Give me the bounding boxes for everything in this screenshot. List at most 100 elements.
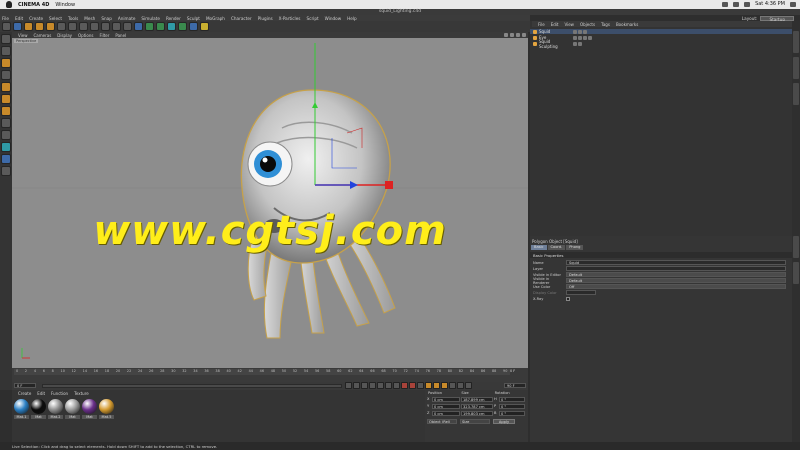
phong-tag-icon[interactable] [588, 35, 592, 40]
visibility-dot-icon[interactable] [573, 29, 577, 34]
scale-icon[interactable] [35, 22, 44, 31]
menu-item[interactable]: Select [49, 16, 62, 21]
search-icon[interactable] [790, 1, 796, 7]
coordinate-system-icon[interactable] [90, 22, 99, 31]
object-menu-item[interactable]: File [538, 22, 545, 27]
viewport-menu-item[interactable]: Filter [99, 33, 109, 38]
make-editable-icon[interactable] [1, 34, 11, 44]
material-menu-item[interactable]: Create [18, 391, 31, 396]
z-axis-icon[interactable] [79, 22, 88, 31]
object-menu-item[interactable]: Tags [601, 22, 610, 27]
rotation-h-field[interactable]: 0 ° [499, 397, 525, 402]
menu-item[interactable]: X-Particles [279, 16, 301, 21]
rotation-b-field[interactable]: 0 ° [499, 411, 525, 416]
attributes-dock-tab[interactable] [793, 236, 799, 258]
structure-dock-tab[interactable] [793, 83, 799, 105]
apple-icon[interactable] [6, 1, 12, 8]
scale-key-icon[interactable] [433, 382, 440, 389]
record-icon[interactable] [401, 382, 408, 389]
cube-icon[interactable] [134, 22, 143, 31]
material-ball[interactable] [99, 399, 114, 414]
rotate-icon[interactable] [46, 22, 55, 31]
perspective-viewport[interactable]: Perspective www.cgtsj.com [12, 38, 528, 368]
play-icon[interactable] [369, 382, 376, 389]
visible-in-editor-dropdown[interactable]: Default [566, 272, 786, 277]
position-y-field[interactable]: 0 cm [432, 404, 460, 409]
viewport-menu-item[interactable]: Cameras [34, 33, 52, 38]
timeline-ruler[interactable]: 0 2 4 6 8 10 12 14 16 18 20 22 24 26 28 30 32 34 36 38 40 42 4… [14, 369, 510, 375]
next-key-icon[interactable] [385, 382, 392, 389]
menu-item[interactable]: Plugins [258, 16, 273, 21]
menu-item[interactable]: File [2, 16, 9, 21]
object-menu-item[interactable]: Edit [551, 22, 559, 27]
pan-icon[interactable] [504, 33, 508, 37]
camera-icon[interactable] [189, 22, 198, 31]
position-key-icon[interactable] [425, 382, 432, 389]
position-z-field[interactable]: 0 cm [432, 411, 460, 416]
squid-eye[interactable] [247, 141, 293, 187]
menu-item[interactable]: Script [306, 16, 318, 21]
rotation-p-field[interactable]: 0 ° [499, 404, 525, 409]
material-ball[interactable] [48, 399, 63, 414]
volume-icon[interactable] [733, 1, 740, 7]
menu-item[interactable]: Snap [101, 16, 112, 21]
lock-workplane-icon[interactable] [1, 166, 11, 176]
menu-item[interactable]: Window [325, 16, 342, 21]
menu-item[interactable]: Edit [15, 16, 23, 21]
end-frame-field[interactable]: 90 F [504, 383, 526, 388]
edges-mode-icon[interactable] [1, 94, 11, 104]
battery-icon[interactable] [744, 1, 751, 7]
move-icon[interactable] [24, 22, 33, 31]
layers-dock-tab[interactable] [793, 262, 799, 284]
live-selection-icon[interactable] [13, 22, 22, 31]
object-row-squid-sculpting[interactable]: Squid Sculpting [530, 39, 792, 49]
start-frame-field[interactable]: 0 F [14, 383, 36, 388]
tab-basic[interactable]: Basic [531, 245, 547, 250]
param-key-icon[interactable] [449, 382, 456, 389]
os-app-name[interactable]: CINEMA 4D [18, 2, 49, 8]
content-browser-dock-tab[interactable] [793, 57, 799, 79]
viewport-menu-item[interactable]: Display [57, 33, 72, 38]
layer-field[interactable] [566, 266, 786, 271]
rotation-key-icon[interactable] [441, 382, 448, 389]
zoom-icon[interactable] [510, 33, 514, 37]
size-x-field[interactable]: 187.899 cm [461, 397, 493, 402]
x-axis-icon[interactable] [57, 22, 66, 31]
undo-icon[interactable] [2, 22, 11, 31]
autokey-icon[interactable] [409, 382, 416, 389]
viewport-menu-item[interactable]: Panel [115, 33, 126, 38]
menu-item[interactable]: MoGraph [206, 16, 225, 21]
y-axis-icon[interactable] [68, 22, 77, 31]
os-window-menu[interactable]: Window [55, 2, 75, 8]
prev-frame-icon[interactable] [361, 382, 368, 389]
array-icon[interactable] [156, 22, 165, 31]
tweak-mode-icon[interactable] [1, 130, 11, 140]
material-menu-item[interactable]: Edit [37, 391, 45, 396]
point-level-icon[interactable] [457, 382, 464, 389]
visibility-dot-icon[interactable] [573, 35, 577, 40]
render-settings-icon[interactable] [123, 22, 132, 31]
menu-item[interactable]: Animate [118, 16, 136, 21]
menu-item[interactable]: Simulate [141, 16, 160, 21]
material-ball[interactable] [65, 399, 80, 414]
name-field[interactable]: Squid [566, 260, 786, 265]
tab-coord[interactable]: Coord. [547, 245, 566, 250]
coordinate-mode-dropdown[interactable]: Object (Rel) [427, 419, 457, 424]
subdivision-icon[interactable] [145, 22, 154, 31]
material-ball[interactable] [31, 399, 46, 414]
menu-item[interactable]: Help [347, 16, 357, 21]
enable-axis-icon[interactable] [1, 118, 11, 128]
use-color-dropdown[interactable]: Off [566, 284, 786, 289]
object-menu-item[interactable]: View [564, 22, 574, 27]
menu-item[interactable]: Create [29, 16, 43, 21]
size-y-field[interactable]: 323.787 cm [461, 404, 493, 409]
texture-mode-icon[interactable] [1, 58, 11, 68]
position-x-field[interactable]: 0 cm [432, 397, 460, 402]
material-ball[interactable] [82, 399, 97, 414]
apply-button[interactable]: Apply [493, 419, 515, 424]
material-menu-item[interactable]: Texture [74, 391, 89, 396]
light-icon[interactable] [200, 22, 209, 31]
next-frame-icon[interactable] [377, 382, 384, 389]
orbit-icon[interactable] [516, 33, 520, 37]
material-tag-icon[interactable] [578, 29, 582, 34]
